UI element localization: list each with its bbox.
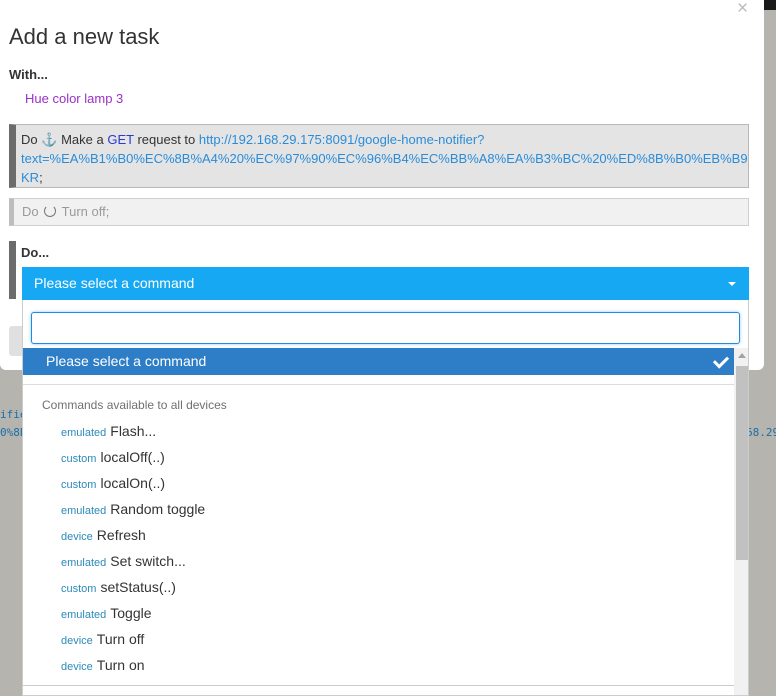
dropdown-option[interactable]: device Turn on <box>61 657 145 673</box>
task-do-label: Do <box>22 204 39 219</box>
dropdown-option[interactable]: custom localOn(..) <box>61 475 165 491</box>
task-new-indicator <box>9 241 16 299</box>
command-select-value: Please select a command <box>34 275 195 291</box>
option-label: localOff(..) <box>100 449 165 465</box>
option-tag: custom <box>61 479 97 491</box>
option-label: setStatus(..) <box>100 579 176 595</box>
task-http-request-text: Do ⚓ Make a GET request to http://192.16… <box>21 130 748 187</box>
task-http-request[interactable]: Do ⚓ Make a GET request to http://192.16… <box>9 124 749 188</box>
option-label: Turn off <box>96 631 145 647</box>
request-url-line3[interactable]: KR <box>21 170 39 185</box>
background-dark-corner <box>764 0 776 10</box>
option-tag: device <box>61 635 93 647</box>
dropdown-option[interactable]: device Refresh <box>61 527 146 543</box>
option-label: Set switch... <box>110 553 186 569</box>
anchor-icon: ⚓ <box>41 132 58 147</box>
close-icon[interactable]: × <box>737 0 748 20</box>
dropdown-option[interactable]: emulated Flash... <box>61 423 156 439</box>
command-dropdown: Please select a command Commands availab… <box>22 300 749 696</box>
option-label: Refresh <box>96 527 146 543</box>
option-label: Toggle <box>110 605 152 621</box>
command-select[interactable]: Please select a command <box>22 267 749 300</box>
option-label: localOn(..) <box>100 475 166 491</box>
task-turn-off[interactable]: Do Turn off; <box>9 198 749 226</box>
http-method: GET <box>107 132 134 147</box>
option-tag: device <box>61 531 93 543</box>
new-task-do-label: Do... <box>21 245 50 260</box>
task-semicolon: ; <box>39 170 43 185</box>
dropdown-option[interactable]: emulated Toggle <box>61 605 152 621</box>
command-search-input[interactable] <box>31 312 740 344</box>
chevron-down-icon <box>728 282 736 286</box>
option-tag: device <box>61 661 93 673</box>
scrollbar-thumb[interactable] <box>736 366 748 560</box>
task-make-a: Make a <box>61 132 104 147</box>
dropdown-option-selected[interactable]: Please select a command <box>23 348 734 375</box>
dropdown-divider <box>23 685 734 686</box>
dropdown-scrollbar[interactable] <box>734 348 748 695</box>
task-action-label: Turn off; <box>61 204 110 219</box>
dropdown-option[interactable]: emulated Random toggle <box>61 501 205 517</box>
option-tag: emulated <box>61 557 107 569</box>
device-link[interactable]: Hue color lamp 3 <box>25 91 123 106</box>
with-label: With... <box>9 67 48 82</box>
dropdown-divider <box>23 384 734 385</box>
option-tag: custom <box>61 583 97 595</box>
task-do-label: Do <box>21 132 38 147</box>
dropdown-option[interactable]: custom localOff(..) <box>61 449 165 465</box>
request-url-line1[interactable]: http://192.168.29.175:8091/google-home-n… <box>199 132 485 147</box>
scroll-up-icon[interactable] <box>738 353 746 358</box>
option-tag: emulated <box>61 427 107 439</box>
option-label: Random toggle <box>110 501 206 517</box>
option-group-label: Commands available to all devices <box>42 398 227 412</box>
option-tag: emulated <box>61 609 107 621</box>
dropdown-option-label: Please select a command <box>46 353 207 369</box>
dropdown-option[interactable]: custom setStatus(..) <box>61 579 176 595</box>
dropdown-option[interactable]: emulated Set switch... <box>61 553 186 569</box>
request-url-line2[interactable]: text=%EA%B1%B0%EC%8B%A4%20%EC%97%90%EC%9… <box>21 151 748 166</box>
power-icon <box>44 205 57 217</box>
background-text-fragment: 68.29 <box>746 426 776 439</box>
check-icon <box>712 352 730 369</box>
hidden-button-edge[interactable] <box>9 326 23 356</box>
option-label: Turn on <box>96 657 145 673</box>
task-request-to: request to <box>137 132 196 147</box>
dropdown-option[interactable]: device Turn off <box>61 631 144 647</box>
modal-title: Add a new task <box>9 24 160 49</box>
option-label: Flash... <box>110 423 157 439</box>
option-tag: custom <box>61 453 97 465</box>
option-tag: emulated <box>61 505 107 517</box>
